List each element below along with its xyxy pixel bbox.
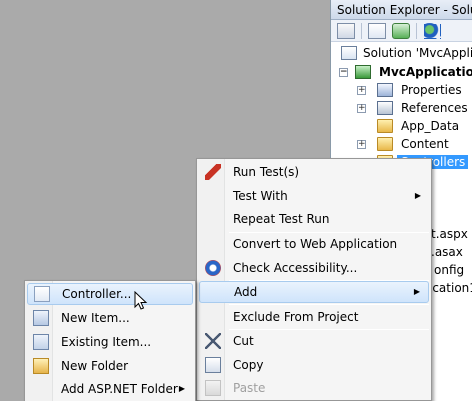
context-menu: Run Test(s) Test With ▶ Repeat Test Run … — [196, 158, 432, 401]
controller-icon — [34, 286, 50, 302]
menu-item-new-item[interactable]: New Item... — [27, 307, 193, 329]
menu-item-repeat-test-run[interactable]: Repeat Test Run — [199, 208, 429, 230]
tree-item-global-asax[interactable]: .asax — [431, 243, 463, 261]
tree-item-content[interactable]: + Content — [357, 135, 449, 153]
menu-item-label: Copy — [233, 358, 264, 372]
toolbar-separator — [361, 22, 362, 39]
menu-item-label: Add ASP.NET Folder — [61, 382, 178, 396]
tree-item-label: App_Data — [401, 119, 460, 133]
menu-item-copy[interactable]: Copy — [199, 354, 429, 376]
tree-item-label: Solution 'MvcApplica — [363, 46, 472, 60]
folder-icon — [377, 137, 393, 151]
tree-item-project[interactable]: − MvcApplication1 — [339, 63, 472, 81]
menu-item-label: Run Test(s) — [233, 165, 300, 179]
menu-item-label: Existing Item... — [61, 335, 152, 349]
menu-item-paste: Paste — [199, 377, 429, 399]
properties-icon — [377, 83, 393, 97]
expand-icon[interactable]: + — [357, 86, 366, 95]
folder-icon — [377, 119, 393, 133]
menu-item-new-folder[interactable]: New Folder — [27, 355, 193, 377]
class-diagram-icon[interactable] — [423, 22, 441, 39]
menu-item-label: Controller... — [62, 287, 132, 301]
show-all-files-icon[interactable] — [368, 22, 386, 39]
submenu-arrow-icon: ▶ — [414, 191, 421, 200]
menu-item-add-aspnet-folder[interactable]: Add ASP.NET Folder ▶ — [27, 378, 193, 400]
menu-item-label: Repeat Test Run — [233, 212, 330, 226]
menu-item-label: New Item... — [61, 311, 130, 325]
tree-item-label: .asax — [431, 245, 463, 259]
mouse-cursor-icon — [134, 291, 148, 310]
tree-item-solution[interactable]: Solution 'MvcApplica — [341, 44, 472, 62]
menu-item-controller[interactable]: Controller... — [27, 283, 193, 305]
menu-item-label: Test With — [233, 189, 288, 203]
existing-item-icon — [33, 334, 49, 350]
menu-item-convert-to-web-application[interactable]: Convert to Web Application — [199, 233, 429, 255]
refresh-icon[interactable] — [392, 22, 410, 39]
rocket-icon — [205, 164, 221, 180]
tree-item-label: ication1 — [429, 281, 472, 295]
solution-icon — [341, 46, 357, 60]
solution-explorer-toolbar — [331, 20, 472, 42]
menu-item-existing-item[interactable]: Existing Item... — [27, 331, 193, 353]
menu-separator — [229, 304, 429, 305]
toolbar-separator — [416, 22, 417, 39]
menu-item-label: New Folder — [61, 359, 129, 373]
tree-item-properties[interactable]: + Properties — [357, 81, 462, 99]
tree-item-label: MvcApplication1 — [379, 65, 472, 79]
menu-item-label: Paste — [233, 381, 266, 395]
project-icon — [355, 65, 371, 79]
tree-item-label: Content — [401, 137, 449, 151]
new-folder-icon — [33, 358, 49, 374]
references-icon — [377, 101, 393, 115]
properties-toolbar-icon[interactable] — [337, 22, 355, 39]
tree-item-references[interactable]: + References — [357, 99, 468, 117]
menu-item-label: Check Accessibility... — [233, 261, 358, 275]
solution-explorer-title: Solution Explorer - Solutio — [331, 0, 472, 20]
menu-item-label: Exclude From Project — [233, 310, 359, 324]
submenu-arrow-icon: ▶ — [178, 384, 185, 393]
tree-item-label: Properties — [401, 83, 462, 97]
tree-item-label: References — [401, 101, 468, 115]
accessibility-icon — [205, 260, 221, 276]
tree-item-app-data[interactable]: App_Data — [357, 117, 459, 135]
tree-item-default-aspx[interactable]: t.aspx — [431, 225, 468, 243]
collapse-icon[interactable]: − — [339, 68, 348, 77]
add-submenu: Controller... New Item... Existing Item.… — [24, 280, 196, 401]
paste-icon — [205, 380, 221, 396]
menu-item-test-with[interactable]: Test With ▶ — [199, 185, 429, 207]
menu-item-label: Convert to Web Application — [233, 237, 398, 251]
menu-item-run-tests[interactable]: Run Test(s) — [199, 161, 429, 183]
new-item-icon — [33, 310, 49, 326]
copy-icon — [205, 357, 221, 373]
menu-item-check-accessibility[interactable]: Check Accessibility... — [199, 257, 429, 279]
tree-item-label: t.aspx — [431, 227, 468, 241]
menu-item-label: Add — [234, 285, 258, 299]
scissors-icon — [205, 333, 221, 349]
expand-icon[interactable]: + — [357, 140, 366, 149]
tree-item-mvcapplication1[interactable]: ication1 — [429, 279, 472, 297]
menu-item-label: Cut — [233, 334, 254, 348]
menu-item-add[interactable]: Add ▶ — [199, 281, 429, 303]
tree-item-label: onfig — [434, 263, 465, 277]
tree-item-web-config[interactable]: onfig — [434, 261, 464, 279]
submenu-arrow-icon: ▶ — [413, 287, 420, 296]
expand-icon[interactable]: + — [357, 104, 366, 113]
menu-item-cut[interactable]: Cut — [199, 330, 429, 352]
menu-item-exclude-from-project[interactable]: Exclude From Project — [199, 306, 429, 328]
